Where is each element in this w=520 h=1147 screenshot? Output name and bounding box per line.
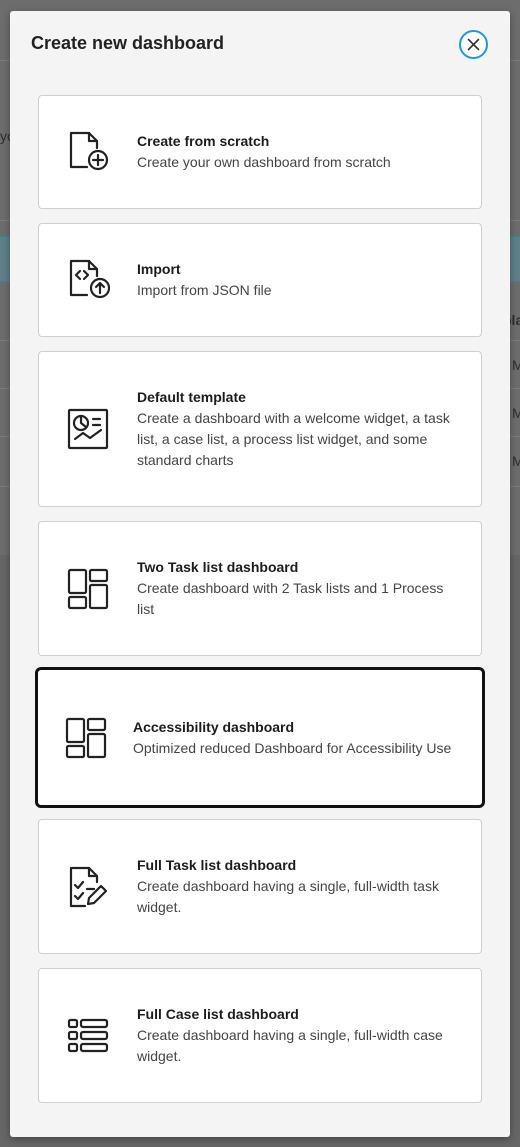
option-description: Create dashboard with 2 Task lists and 1… — [137, 580, 444, 617]
option-title: Two Task list dashboard — [137, 559, 299, 575]
option-title: Full Case list dashboard — [137, 1006, 299, 1022]
file-code-upload-icon — [69, 259, 111, 299]
option-description: Import from JSON file — [137, 282, 272, 298]
option-import[interactable]: Import Import from JSON file — [38, 223, 482, 337]
layout-grid-icon — [65, 717, 106, 758]
option-description: Create dashboard having a single, full-w… — [137, 878, 439, 915]
option-accessibility-dashboard[interactable]: Accessibility dashboard Optimized reduce… — [35, 667, 485, 808]
dashboard-chart-icon — [67, 408, 109, 450]
background-text: M — [512, 357, 520, 373]
option-default-template[interactable]: Default template Create a dashboard with… — [38, 351, 482, 507]
close-icon — [467, 38, 480, 51]
option-title: Accessibility dashboard — [133, 718, 295, 735]
create-dashboard-dialog: Create new dashboard Create from scratch… — [10, 11, 510, 1137]
file-plus-icon — [69, 131, 109, 171]
dialog-title: Create new dashboard — [31, 33, 225, 53]
task-list-edit-icon — [69, 866, 108, 907]
case-list-icon — [67, 1018, 109, 1052]
option-description: Create a dashboard with a welcome widget… — [137, 410, 450, 468]
option-title: Create from scratch — [137, 133, 270, 149]
option-title: Full Task list dashboard — [137, 857, 297, 873]
option-description: Create your own dashboard from scratch — [137, 154, 391, 170]
option-description: Optimized reduced Dashboard for Accessib… — [133, 739, 452, 756]
option-two-task-list-dashboard[interactable]: Two Task list dashboard Create dashboard… — [38, 521, 482, 656]
option-description: Create dashboard having a single, full-w… — [137, 1027, 443, 1064]
option-full-task-list-dashboard[interactable]: Full Task list dashboard Create dashboar… — [38, 819, 482, 954]
background-text: M — [512, 405, 520, 421]
option-title: Import — [137, 261, 181, 277]
close-button[interactable] — [459, 30, 488, 59]
background-text: M — [512, 453, 520, 469]
layout-grid-icon — [67, 568, 109, 609]
option-title: Default template — [137, 389, 246, 405]
option-create-from-scratch[interactable]: Create from scratch Create your own dash… — [38, 95, 482, 209]
option-full-case-list-dashboard[interactable]: Full Case list dashboard Create dashboar… — [38, 968, 482, 1103]
